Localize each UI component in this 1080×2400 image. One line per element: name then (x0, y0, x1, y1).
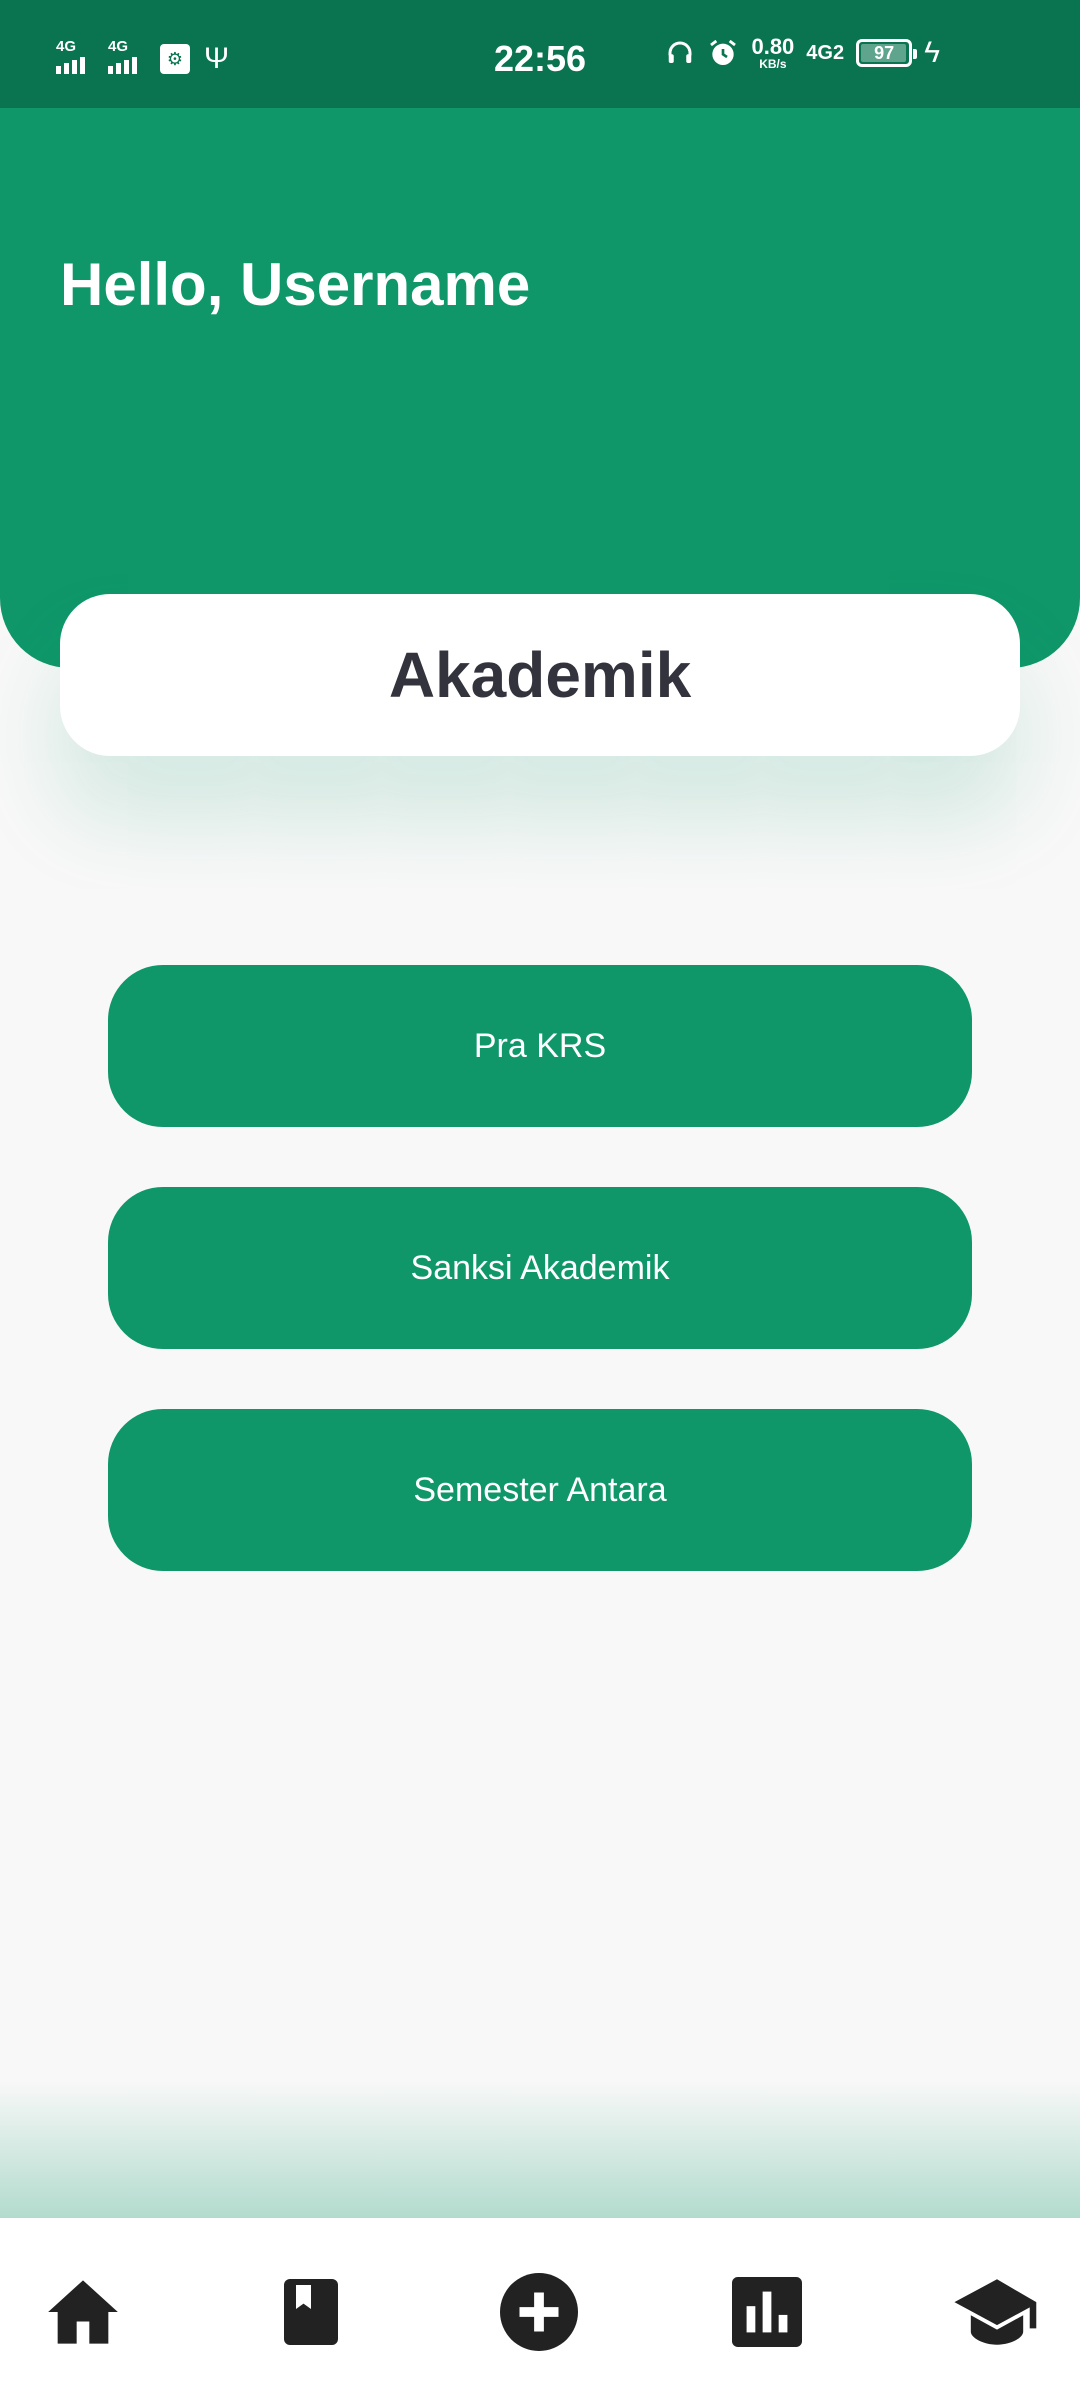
pra-krs-button[interactable]: Pra KRS (108, 965, 972, 1127)
status-bar: 4G 4G ⚙ Ψ 22:56 0.80 KB/s 4G2 97 ϟ (0, 0, 1080, 108)
nav-add[interactable] (494, 2270, 584, 2354)
greeting: Hello, Username (60, 251, 531, 318)
network-type: 4G2 (806, 41, 845, 64)
battery-percent: 97 (874, 42, 895, 63)
alarm-icon (710, 39, 737, 65)
nav-home[interactable] (38, 2270, 128, 2354)
add-circle-icon (500, 2273, 578, 2351)
charging-icon: ϟ (924, 36, 940, 69)
section-card: Akademik (60, 594, 1020, 756)
nav-book[interactable] (266, 2270, 356, 2354)
bar-chart-icon (732, 2277, 802, 2347)
home-icon (48, 2280, 118, 2344)
net-speed: 0.80 KB/s (751, 34, 795, 71)
bookmark-book-icon (284, 2279, 338, 2345)
sanksi-akademik-button[interactable]: Sanksi Akademik (108, 1187, 972, 1349)
graduation-cap-icon (954, 2279, 1037, 2345)
semester-antara-button[interactable]: Semester Antara (108, 1409, 972, 1571)
battery-icon: 97 (856, 39, 918, 67)
nav-shadow (0, 2080, 1080, 2220)
header (0, 108, 1080, 668)
bottom-nav (0, 2218, 1080, 2400)
section-title: Akademik (388, 639, 692, 711)
net-speed-unit: KB/s (759, 57, 787, 71)
nav-academic[interactable] (952, 2270, 1042, 2354)
nav-stats[interactable] (722, 2270, 812, 2354)
status-right: 0.80 KB/s 4G2 97 ϟ (665, 36, 940, 70)
net-speed-value: 0.80 (751, 34, 795, 59)
headphones-icon (668, 41, 692, 63)
